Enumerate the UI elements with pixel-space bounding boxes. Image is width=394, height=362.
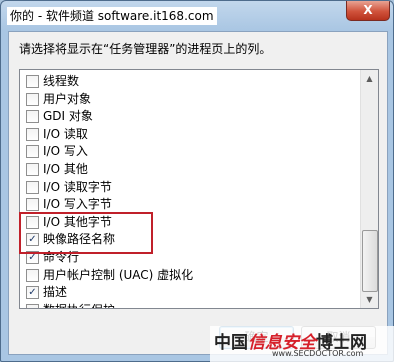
column-item-label: I/O 其他 [43, 162, 88, 176]
column-item-label: I/O 读取 [43, 126, 88, 141]
dialog-window: 你的 - 软件频道 software.it168.com X 请选择将显示在“任… [0, 0, 394, 362]
checkbox[interactable]: ✓ [26, 286, 39, 300]
highlight-box [19, 212, 153, 254]
dialog-body: 请选择将显示在“任务管理器”的进程页上的列。 线程数用户对象 GDI 对象 I/O … [8, 31, 388, 355]
column-list[interactable]: 线程数用户对象 GDI 对象 I/O 读取 I/O 写入 I/O 其他 I/O 读取字节 I… [19, 69, 379, 309]
column-item-label: 用户帐户控制 (UAC) 虚拟化 [43, 267, 194, 282]
column-item-label: 数据执行保护 [43, 302, 115, 308]
column-item-label: I/O 写入 [43, 144, 88, 159]
column-item-label: GDI 对象 [43, 109, 93, 124]
scroll-up-icon[interactable]: ▲ [361, 70, 378, 87]
window-title: 你的 - 软件频道 software.it168.com [7, 7, 217, 25]
checkbox[interactable] [26, 180, 39, 194]
close-button[interactable]: X [346, 1, 390, 21]
checkbox[interactable] [26, 145, 39, 159]
column-item-label: 线程数 [43, 74, 80, 88]
title-bar[interactable]: 你的 - 软件频道 software.it168.com X [1, 1, 393, 31]
checkbox[interactable] [26, 268, 39, 282]
checkbox[interactable] [26, 75, 39, 88]
checkbox[interactable] [26, 110, 39, 124]
checkbox[interactable] [26, 303, 39, 308]
checkbox[interactable] [26, 163, 39, 176]
scroll-down-icon[interactable]: ▼ [361, 291, 378, 308]
checkbox[interactable] [26, 198, 39, 212]
vertical-scrollbar[interactable]: ▲ ▼ [360, 70, 378, 308]
column-item-label: I/O 写入字节 [43, 197, 112, 212]
watermark: 中国信息安全博士网 www.SECDOCTOR.com [210, 326, 394, 362]
checkbox[interactable] [26, 127, 39, 141]
checkbox[interactable] [26, 92, 39, 106]
instruction-text: 请选择将显示在“任务管理器”的进程页上的列。 [19, 42, 272, 56]
column-item-label: 用户对象 [43, 91, 92, 106]
watermark-text-a: 中国 [214, 333, 248, 353]
watermark-url: www.SECDOCTOR.com [272, 349, 364, 358]
scroll-thumb[interactable] [362, 230, 378, 292]
column-item-label: 描述 [43, 285, 68, 300]
column-item-label: I/O 读取字节 [43, 179, 112, 194]
